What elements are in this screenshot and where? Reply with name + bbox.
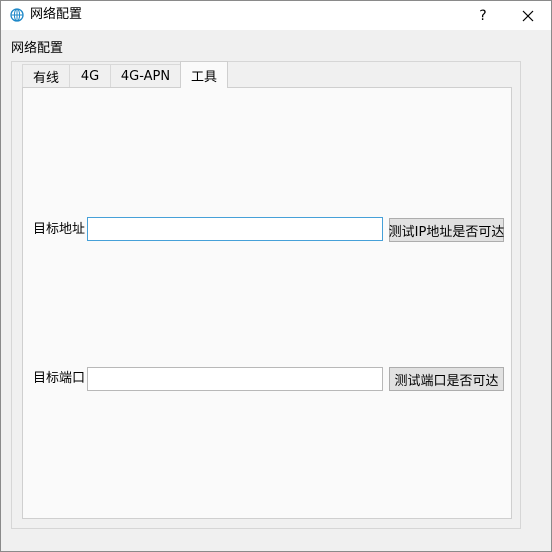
tab-label: 有线 [32, 71, 59, 86]
tab-label: 工具 [190, 69, 217, 85]
test-port-reachable-button[interactable]: 测试端口是否可达 [389, 367, 504, 391]
tools-tab-panel [22, 87, 512, 519]
title-bar: 网络配置 ? [1, 1, 551, 30]
tab-4g[interactable]: 4G [69, 64, 111, 88]
help-button[interactable]: ? [461, 1, 505, 30]
close-icon [522, 10, 534, 21]
target-port-label: 目标端口 [33, 371, 86, 386]
tab-wired[interactable]: 有线 [22, 64, 70, 88]
group-box-title: 网络配置 [11, 41, 64, 56]
tab-4g-apn[interactable]: 4G-APN [110, 64, 181, 88]
test-ip-reachable-button[interactable]: 测试IP地址是否可达 [389, 218, 504, 242]
tab-tools[interactable]: 工具 [180, 61, 228, 88]
target-address-input[interactable] [87, 217, 383, 241]
tab-bar: 有线 4G 4G-APN 工具 [22, 61, 228, 88]
target-port-input[interactable] [87, 367, 383, 391]
tab-label: 4G-APN [120, 69, 171, 84]
target-address-label: 目标地址 [33, 222, 86, 237]
window-title: 网络配置 [30, 7, 83, 22]
network-config-dialog: 网络配置 ? 网络配置 有线 4G 4G-APN 工具 目标地址 测试IP地址是… [0, 0, 552, 552]
close-button[interactable] [506, 1, 550, 30]
network-globe-icon [10, 8, 24, 22]
tab-label: 4G [80, 69, 100, 84]
help-icon: ? [479, 7, 487, 24]
